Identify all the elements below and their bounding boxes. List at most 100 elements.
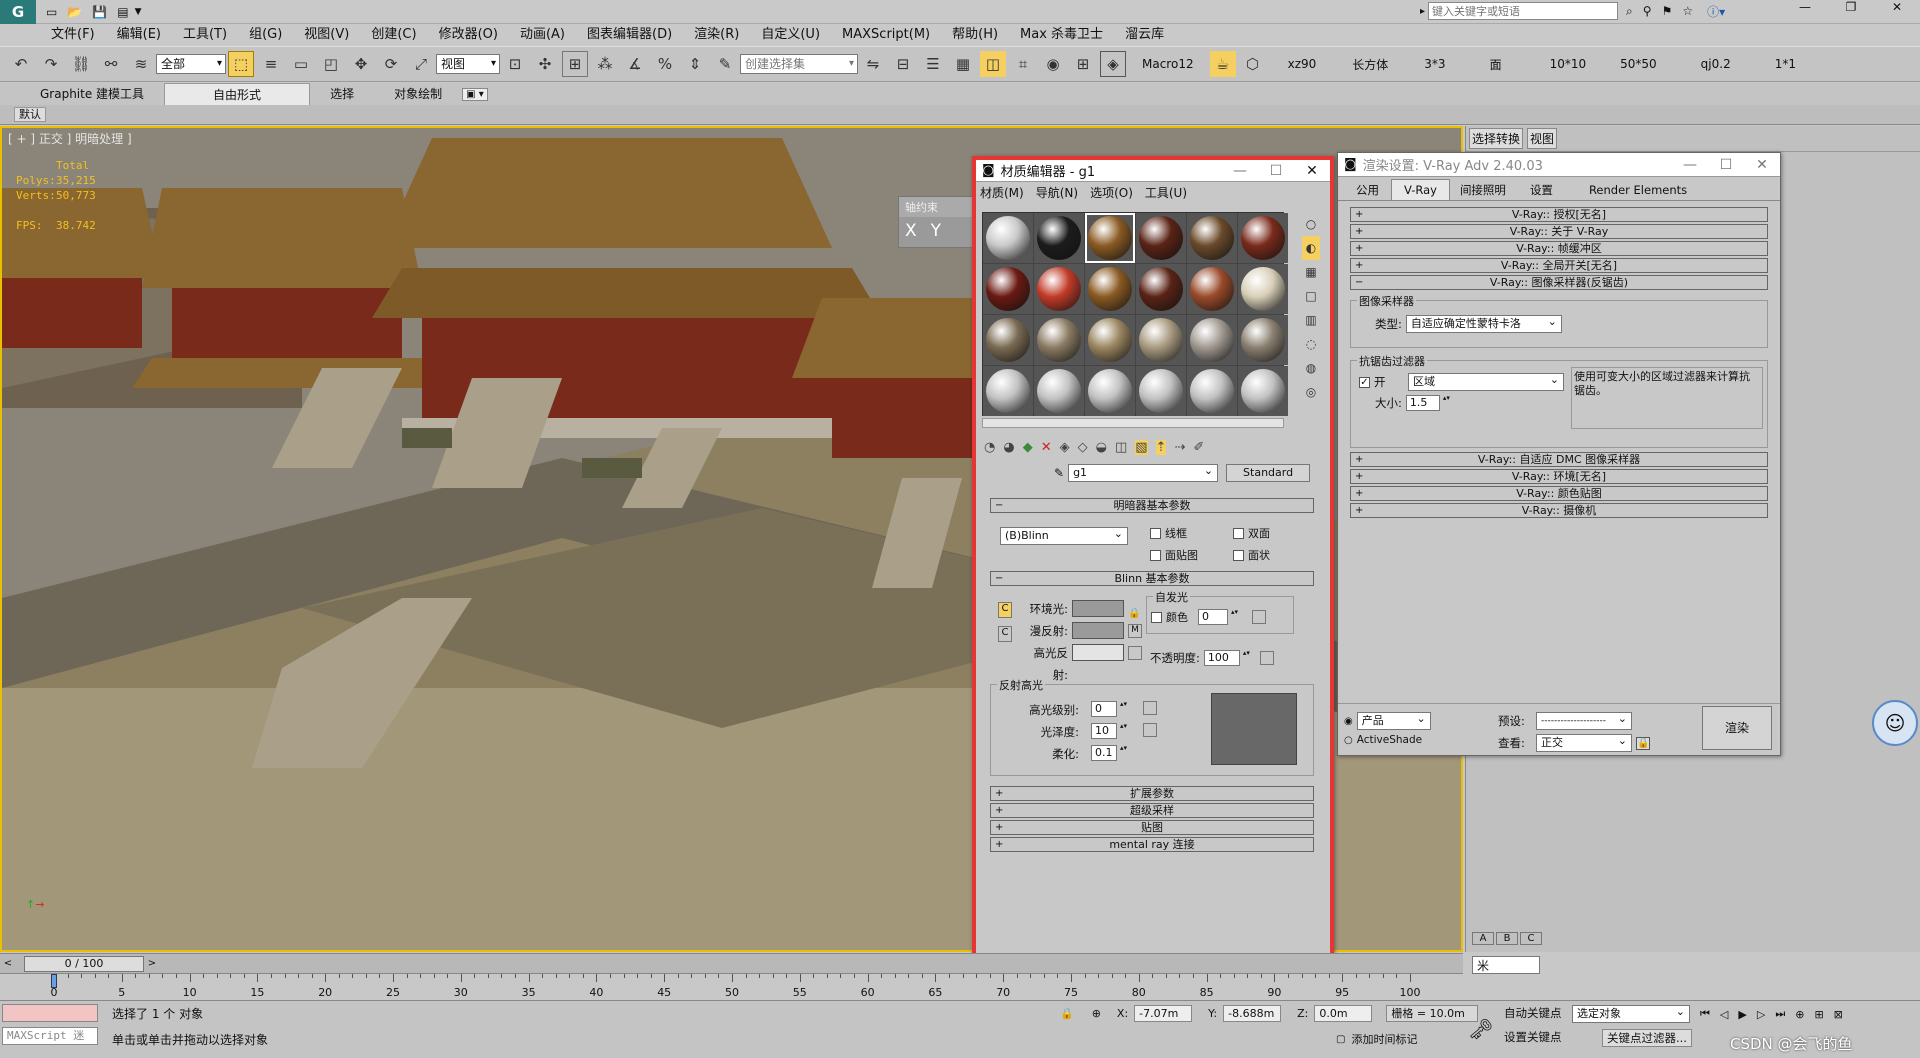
key-filters-button[interactable]: 关键点过滤器... bbox=[1602, 1029, 1692, 1047]
rs-rollout-about[interactable]: + V-Ray:: 关于 V-Ray bbox=[1350, 224, 1768, 239]
pick-material-icon[interactable]: ✐ bbox=[1193, 440, 1204, 455]
ribbon-toggle-icon[interactable]: ▦ bbox=[950, 51, 976, 77]
go-forward-sibling-icon[interactable]: ⇢ bbox=[1174, 440, 1185, 455]
select-object-icon[interactable]: ⬚ bbox=[228, 51, 254, 77]
prev-frame-icon[interactable]: ◁ bbox=[1720, 1008, 1728, 1021]
manipulate-icon[interactable]: ✣ bbox=[532, 51, 558, 77]
menu-graph-editors[interactable]: 图表编辑器(D) bbox=[576, 24, 683, 46]
rs-tab-render-elements[interactable]: Render Elements bbox=[1567, 183, 1709, 197]
material-slot[interactable] bbox=[1238, 264, 1288, 314]
menu-group[interactable]: 组(G) bbox=[238, 24, 293, 46]
material-slot[interactable] bbox=[1085, 213, 1135, 263]
specular-map-button[interactable] bbox=[1128, 646, 1142, 660]
menu-animation[interactable]: 动画(A) bbox=[509, 24, 576, 46]
aa-filter-on-checkbox[interactable]: ✓ bbox=[1359, 376, 1370, 388]
mental-ray-rollout[interactable]: + mental ray 连接 bbox=[990, 837, 1314, 852]
app-logo[interactable]: G bbox=[0, 0, 36, 24]
self-illum-map-button[interactable] bbox=[1252, 610, 1266, 624]
mat-slot-scrollbar[interactable] bbox=[982, 418, 1284, 428]
two-sided-checkbox[interactable] bbox=[1233, 527, 1244, 539]
auto-key-button[interactable]: 自动关键点 bbox=[1504, 1005, 1562, 1021]
macro-button-8[interactable]: qj0.2 bbox=[1671, 57, 1745, 71]
open-file-icon[interactable]: 📂 bbox=[67, 5, 82, 19]
schematic-view-icon[interactable]: ⌗ bbox=[1010, 51, 1036, 77]
shader-type-select[interactable]: (B)Blinn bbox=[1000, 526, 1128, 545]
material-slot[interactable] bbox=[1238, 213, 1288, 263]
selection-lock-icon[interactable]: 🔒 bbox=[1060, 1007, 1074, 1020]
show-in-viewport-icon[interactable]: ◫ bbox=[1115, 440, 1127, 455]
menu-cloud-lib[interactable]: 溜云库 bbox=[1114, 24, 1175, 46]
set-key-button[interactable]: 设置关键点 bbox=[1504, 1029, 1562, 1045]
scale-icon[interactable]: ⤢ bbox=[408, 51, 434, 77]
rs-tab-common[interactable]: 公用 bbox=[1344, 182, 1391, 198]
menu-tools[interactable]: 工具(T) bbox=[172, 24, 238, 46]
menu-antivirus[interactable]: Max 杀毒卫士 bbox=[1009, 24, 1114, 46]
assign-material-icon[interactable]: ◆ bbox=[1023, 440, 1033, 455]
time-tag-icon[interactable]: ▢ bbox=[1336, 1034, 1345, 1045]
material-slot[interactable] bbox=[983, 213, 1033, 263]
blinn-basic-rollout[interactable]: − Blinn 基本参数 bbox=[990, 571, 1314, 586]
go-to-end-icon[interactable]: ⏭ bbox=[1775, 1007, 1785, 1021]
menu-customize[interactable]: 自定义(U) bbox=[750, 24, 831, 46]
spec-level-map-button[interactable] bbox=[1143, 701, 1157, 715]
move-icon[interactable]: ✥ bbox=[348, 51, 374, 77]
maximize-viewport-icon[interactable]: ⊠ bbox=[1834, 1008, 1843, 1021]
preset-select[interactable]: -------------------- bbox=[1536, 711, 1632, 730]
self-illum-spinner[interactable]: 0 bbox=[1198, 608, 1239, 625]
window-crossing-icon[interactable]: ◰ bbox=[318, 51, 344, 77]
time-slider[interactable]: < 0 / 100 > bbox=[0, 953, 1463, 973]
redo-icon[interactable]: ↷ bbox=[38, 51, 64, 77]
minimize-icon[interactable]: — bbox=[1782, 0, 1828, 14]
pivot-center-icon[interactable]: ⊡ bbox=[502, 51, 528, 77]
key-filter-select[interactable]: 选定对象 bbox=[1572, 1004, 1690, 1023]
background-icon[interactable]: ▦ bbox=[1302, 260, 1320, 284]
material-slot[interactable] bbox=[1238, 315, 1288, 365]
help-icon[interactable]: ⓘ▾ bbox=[1707, 3, 1725, 20]
faceted-checkbox[interactable] bbox=[1233, 549, 1244, 561]
ribbon-default-label[interactable]: 默认 bbox=[14, 107, 46, 122]
material-slot[interactable] bbox=[1034, 264, 1084, 314]
make-preview-icon[interactable]: ◌ bbox=[1302, 332, 1320, 356]
material-slot[interactable] bbox=[1085, 366, 1135, 416]
axis-x-button[interactable]: X bbox=[905, 221, 917, 241]
percent-snap-icon[interactable]: % bbox=[652, 51, 678, 77]
macro-button-1[interactable]: Macro12 bbox=[1128, 57, 1208, 71]
eyedropper-icon[interactable]: ✎ bbox=[1054, 466, 1064, 480]
save-file-icon[interactable]: 💾 bbox=[92, 5, 107, 19]
quick-search-arrow-icon[interactable]: ▸ bbox=[1420, 6, 1425, 17]
me-menu-options[interactable]: 选项(O) bbox=[1090, 184, 1133, 201]
material-slot[interactable] bbox=[1034, 213, 1084, 263]
material-slot[interactable] bbox=[1034, 366, 1084, 416]
opacity-spinner[interactable]: 100 bbox=[1203, 649, 1251, 666]
face-map-checkbox[interactable] bbox=[1150, 549, 1161, 561]
mat-editor-titlebar[interactable]: ◙ 材质编辑器 - g1 — ☐ ✕ bbox=[976, 160, 1330, 182]
material-id-icon[interactable]: ◒ bbox=[1096, 440, 1107, 455]
ribbon-options-dropdown[interactable]: ▣ ▾ bbox=[462, 87, 488, 101]
undo-icon[interactable]: ↶ bbox=[8, 51, 34, 77]
make-unique-icon[interactable]: ◈ bbox=[1060, 440, 1070, 455]
quick-access-dropdown[interactable]: ▼ bbox=[135, 7, 142, 17]
material-editor-icon[interactable]: ◉ bbox=[1040, 51, 1066, 77]
time-next-icon[interactable]: > bbox=[144, 958, 160, 969]
me-minimize-icon[interactable]: — bbox=[1222, 163, 1258, 179]
quick-search-input[interactable] bbox=[1428, 2, 1619, 20]
maps-rollout[interactable]: + 贴图 bbox=[990, 820, 1314, 835]
diffuse-map-button[interactable]: M bbox=[1128, 624, 1142, 638]
keyboard-shortcut-icon[interactable]: ⊞ bbox=[562, 51, 588, 77]
self-illum-color-checkbox[interactable] bbox=[1151, 611, 1162, 623]
curve-editor-icon[interactable]: ◫ bbox=[980, 51, 1006, 77]
track-bar[interactable]: 0 5 10 15 20 25 30 35 40 45 50 55 60 65 70 75 80 85 90 95 10… bbox=[0, 973, 1463, 1000]
close-icon[interactable]: ✕ bbox=[1874, 0, 1920, 14]
macro-icon-teapot[interactable]: ☕ bbox=[1209, 51, 1236, 77]
go-to-parent-icon[interactable]: ⇡ bbox=[1155, 440, 1167, 455]
aa-size-spinner[interactable]: 1.5 bbox=[1405, 394, 1451, 411]
macro-button-2[interactable]: xz90 bbox=[1268, 57, 1331, 71]
material-slot[interactable] bbox=[1136, 315, 1186, 365]
go-to-start-icon[interactable]: ⏮ bbox=[1700, 1007, 1710, 1021]
selection-filter-select[interactable]: 全部 bbox=[156, 54, 226, 74]
menu-views[interactable]: 视图(V) bbox=[293, 24, 360, 46]
x-coord-field[interactable]: -7.07m bbox=[1134, 1005, 1193, 1022]
get-material-icon[interactable]: ◔ bbox=[984, 440, 995, 455]
menu-maxscript[interactable]: MAXScript(M) bbox=[831, 24, 941, 46]
ribbon-tab-graphite[interactable]: Graphite 建模工具 bbox=[20, 83, 164, 105]
